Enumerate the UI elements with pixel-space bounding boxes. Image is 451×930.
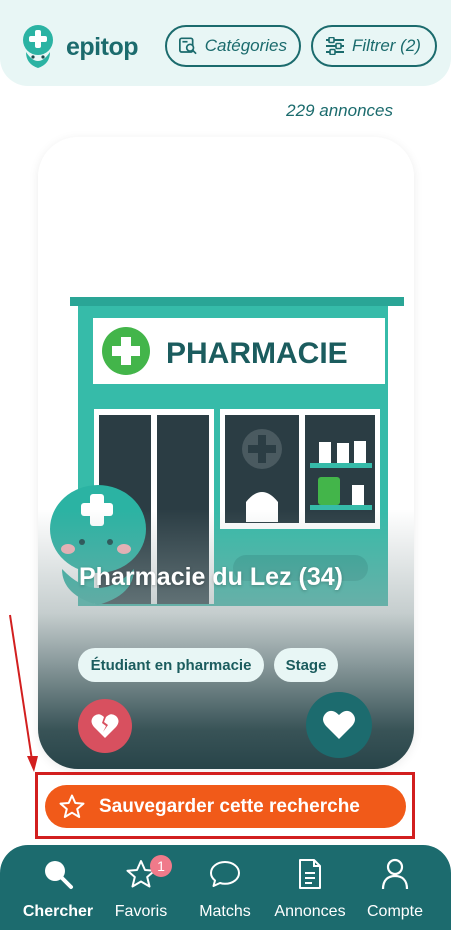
listing-card[interactable]: PHARMACIE Pharmacie du Lez (34) Étudiant… — [38, 137, 414, 769]
dislike-button[interactable] — [78, 699, 132, 753]
nav-matchs-label: Matchs — [199, 903, 251, 920]
app-logo[interactable]: epitop — [20, 24, 139, 70]
nav-annonces-label: Annonces — [274, 903, 346, 920]
like-button[interactable] — [306, 692, 372, 758]
mascot-logo-icon — [23, 25, 53, 68]
user-icon — [381, 858, 409, 890]
filter-label: Filtrer (2) — [352, 36, 421, 55]
nav-favoris-label: Favoris — [114, 903, 168, 920]
categories-label: Catégories — [204, 36, 287, 55]
heart-icon — [323, 710, 355, 739]
sliders-icon — [326, 37, 344, 55]
filter-button[interactable]: Filtrer (2) — [311, 25, 437, 67]
document-icon — [299, 859, 321, 889]
nav-compte[interactable]: Compte — [360, 857, 430, 927]
nav-annonces[interactable]: Annonces — [268, 857, 352, 927]
broken-heart-icon — [91, 714, 119, 738]
nav-chercher-label: Chercher — [22, 903, 94, 920]
save-search-button[interactable]: Sauvegarder cette recherche — [45, 785, 406, 828]
annotation-arrow — [9, 614, 38, 772]
category-search-icon — [179, 37, 197, 55]
tag-student: Étudiant en pharmacie — [78, 648, 264, 682]
bottom-nav: Chercher 1 Favoris Matchs Annonces Compt… — [0, 845, 451, 930]
categories-button[interactable]: Catégories — [165, 25, 301, 67]
tag-internship: Stage — [274, 648, 338, 682]
nav-matchs[interactable]: Matchs — [192, 857, 258, 927]
nav-compte-label: Compte — [366, 903, 424, 920]
save-search-label: Sauvegarder cette recherche — [99, 795, 360, 817]
favorites-badge: 1 — [150, 855, 172, 877]
listing-title: Pharmacie du Lez (34) — [79, 563, 343, 591]
top-header: epitop Catégories Filtrer (2) — [0, 0, 451, 86]
results-count: 229 annonces — [286, 101, 393, 120]
nav-favoris[interactable]: 1 Favoris — [108, 855, 174, 927]
chat-bubble-icon — [210, 861, 240, 887]
nav-chercher[interactable]: Chercher — [18, 857, 98, 927]
search-icon — [45, 861, 73, 889]
sign-text: PHARMACIE — [166, 337, 348, 370]
star-icon — [59, 794, 85, 818]
app-name: epitop — [66, 32, 139, 61]
